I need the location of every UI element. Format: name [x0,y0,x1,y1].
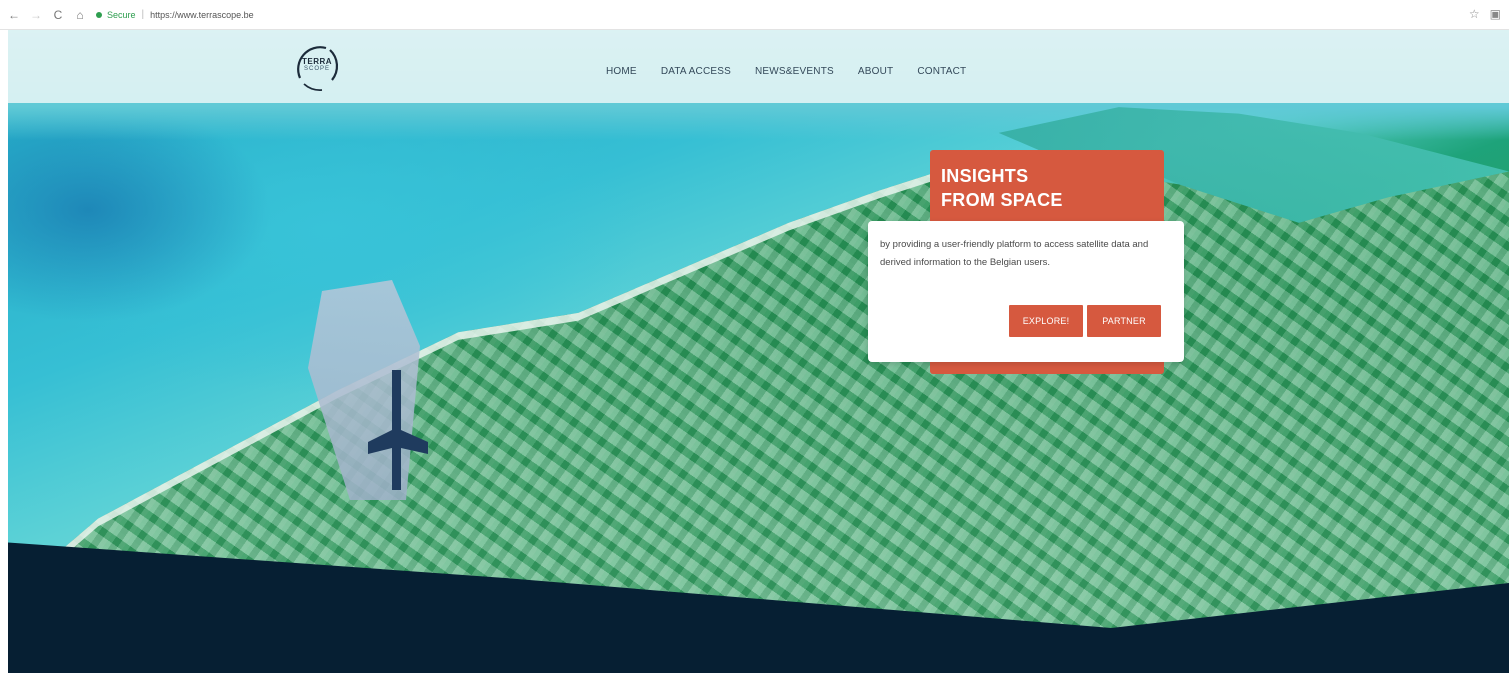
site-header: TERRA SCOPE HOME DATA ACCESS NEWS&EVENTS… [8,30,1509,103]
forward-icon[interactable]: → [28,7,44,23]
url-separator: | [141,9,145,20]
nav-item-contact[interactable]: CONTACT [905,66,978,77]
nav-item-home[interactable]: HOME [594,66,649,77]
hero-title: INSIGHTS FROM SPACE [941,164,1063,212]
address-bar[interactable]: Secure | https://www.terrascope.be [96,5,254,25]
back-icon[interactable]: ← [6,7,22,23]
lock-icon [96,11,102,18]
logo-subtext: SCOPE [304,66,331,72]
home-icon[interactable]: ⌂ [72,7,88,23]
reload-icon[interactable]: C [50,7,66,23]
logo-text: TERRA [302,57,333,66]
hero-title-line2: FROM SPACE [941,190,1063,210]
explore-button[interactable]: EXPLORE! [1009,305,1083,337]
partner-button[interactable]: PARTNER [1087,305,1161,337]
extension-icon[interactable]: ▣ [1490,7,1501,21]
insight-card: by providing a user-friendly platform to… [868,221,1184,362]
bookmark-star-icon[interactable]: ☆ [1469,7,1480,21]
browser-actions: ☆ ▣ [1469,7,1501,21]
hero-description: by providing a user-friendly platform to… [880,239,1149,268]
nav-item-about[interactable]: ABOUT [846,66,905,77]
nav-item-data-access[interactable]: DATA ACCESS [649,66,743,77]
main-nav: HOME DATA ACCESS NEWS&EVENTS ABOUT CONTA… [594,66,978,77]
url-text[interactable]: https://www.terrascope.be [150,10,254,20]
nav-item-news-events[interactable]: NEWS&EVENTS [743,66,846,77]
browser-toolbar: ← → C ⌂ Secure | https://www.terrascope.… [0,0,1509,30]
hero-title-line1: INSIGHTS [941,166,1029,186]
secure-label: Secure [107,9,136,20]
terrascope-logo[interactable]: TERRA SCOPE [292,40,352,94]
page: TERRA SCOPE HOME DATA ACCESS NEWS&EVENTS… [8,30,1509,673]
